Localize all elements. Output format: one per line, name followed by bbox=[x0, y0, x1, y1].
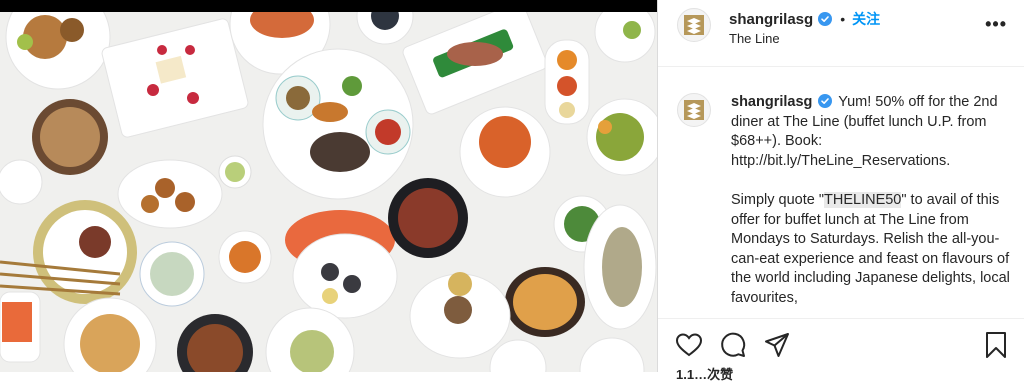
location-link[interactable]: The Line bbox=[729, 31, 780, 46]
username-link[interactable]: shangrilasg bbox=[729, 11, 813, 28]
avatar[interactable] bbox=[677, 8, 711, 42]
post-side-panel: shangrilasg • 关注 The Line ••• shangrilas… bbox=[657, 0, 1024, 382]
top-bar bbox=[0, 0, 657, 12]
separator-dot: • bbox=[840, 11, 846, 27]
verified-badge-icon bbox=[818, 94, 833, 108]
caption-text-2a: Simply quote " bbox=[731, 191, 824, 208]
more-options-icon[interactable]: ••• bbox=[985, 14, 1007, 35]
caption-username-link[interactable]: shangrilasg bbox=[731, 94, 812, 110]
instagram-post: shangrilasg • 关注 The Line ••• shangrilas… bbox=[0, 0, 1024, 382]
header-user-line: shangrilasg • 关注 bbox=[729, 9, 880, 29]
shangrila-logo-icon bbox=[684, 100, 704, 120]
shangrila-logo-icon bbox=[684, 15, 704, 35]
follow-button[interactable]: 关注 bbox=[852, 9, 880, 29]
food-spread-image bbox=[0, 12, 657, 372]
verified-badge-icon bbox=[818, 12, 833, 26]
heart-icon[interactable] bbox=[675, 331, 703, 359]
bookmark-icon[interactable] bbox=[982, 331, 1010, 359]
promo-code: THELINE50 bbox=[824, 191, 902, 208]
share-icon[interactable] bbox=[763, 331, 791, 359]
caption-paragraph-2: Simply quote "THELINE50" to avail of thi… bbox=[731, 191, 1013, 309]
comment-icon[interactable] bbox=[719, 331, 747, 359]
post-header: shangrilasg • 关注 The Line ••• bbox=[658, 0, 1024, 67]
caption-avatar[interactable] bbox=[677, 93, 711, 127]
caption-text-2b: " to avail of this offer for buffet lunc… bbox=[731, 191, 1010, 306]
post-photo[interactable] bbox=[0, 0, 657, 372]
caption-paragraph-1: shangrilasg Yum! 50% off for the 2nd din… bbox=[731, 93, 1013, 171]
post-caption: shangrilasg Yum! 50% off for the 2nd din… bbox=[731, 93, 1013, 309]
likes-count[interactable]: 1.1…次赞 bbox=[676, 364, 733, 383]
